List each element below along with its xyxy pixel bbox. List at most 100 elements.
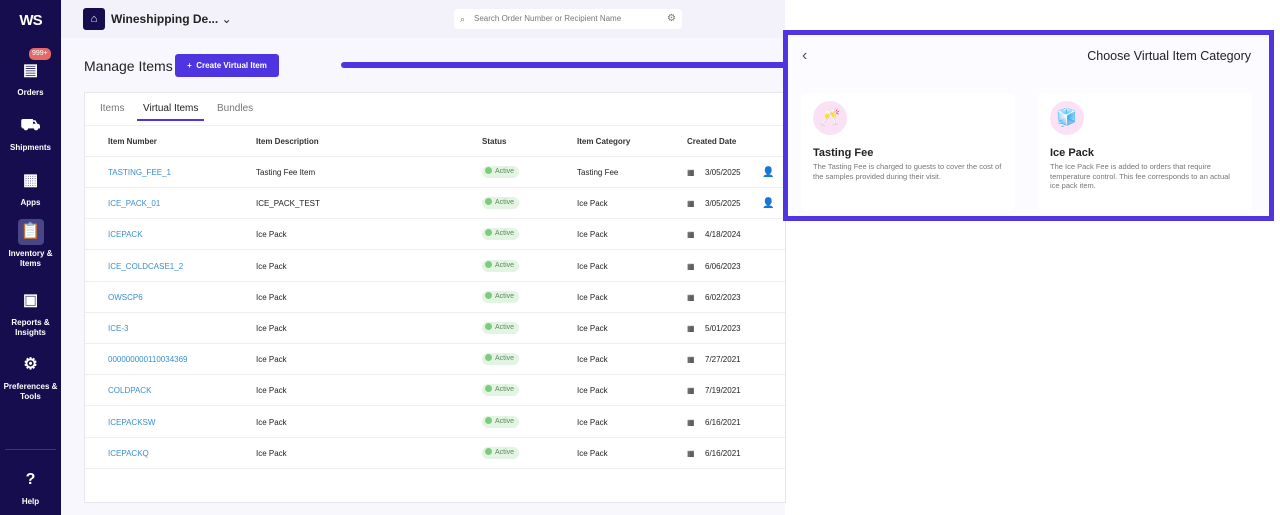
main: ⌂ Wineshipping De... ⌄ ⌕ Search Order Num…	[61, 0, 843, 515]
settings-icon[interactable]: ⚙	[667, 9, 676, 29]
table-row[interactable]: ICEPACK Ice Pack Active Ice Pack ▦ 4/18/…	[85, 219, 785, 251]
item-description: Ice Pack	[256, 230, 287, 240]
table-row[interactable]: 000000000110034369 Ice Pack Active Ice P…	[85, 344, 785, 376]
col-status: Status	[482, 137, 507, 146]
sidebar: WS 999+ ▤ Orders ⛟ Shipments ▦ Apps 📋 Invento…	[0, 0, 61, 515]
status-dot-icon	[485, 447, 492, 455]
status-text: Active	[495, 355, 515, 363]
org-selector[interactable]: Wineshipping De... ⌄	[111, 12, 232, 26]
col-item-description: Item Description	[256, 137, 319, 146]
item-number-link[interactable]: TASTING_FEE_1	[108, 157, 171, 188]
item-number-link[interactable]: COLDPACK	[108, 375, 151, 406]
sidebar-item-help[interactable]: ? Help	[0, 467, 61, 507]
status-badge: Active	[482, 384, 520, 397]
item-category: Ice Pack	[577, 230, 608, 240]
created-date: 3/05/2025	[705, 168, 741, 177]
gear-icon: ⚙	[23, 356, 38, 373]
ice-cube-icon: 🧊	[1050, 101, 1084, 135]
item-category: Ice Pack	[577, 324, 608, 333]
sidebar-item-reports[interactable]: ▣ Reports & Insights	[0, 288, 61, 338]
item-description: Ice Pack	[256, 261, 287, 271]
items-table-card: Items Virtual Items Bundles Item Number …	[84, 92, 786, 503]
user-icon[interactable]: 👤	[762, 188, 774, 219]
status-badge: Active	[482, 415, 520, 428]
created-date: 5/01/2023	[705, 324, 741, 333]
item-number-link[interactable]: 000000000110034369	[108, 344, 188, 375]
item-category: Ice Pack	[577, 355, 608, 365]
table-row[interactable]: OWSCP6 Ice Pack Active Ice Pack ▦ 6/02/2…	[85, 282, 785, 313]
created-date: 7/27/2021	[705, 355, 741, 365]
search-input[interactable]: ⌕ Search Order Number or Recipient Name ⚙	[454, 9, 682, 29]
table-row[interactable]: ICE_PACK_01 ICE_PACK_TEST Active Ice Pac…	[85, 188, 785, 220]
status-badge: Active	[482, 446, 520, 459]
champagne-icon: 🥂	[813, 101, 847, 135]
status-dot-icon	[485, 416, 492, 424]
table-header: Item Number Item Description Status Item…	[85, 126, 785, 157]
table-row[interactable]: ICEPACKQ Ice Pack Active Ice Pack ▦ 6/16…	[85, 438, 785, 469]
item-description: Ice Pack	[256, 386, 287, 396]
tab-items[interactable]: Items	[100, 103, 124, 119]
item-number-link[interactable]: ICE-3	[108, 313, 128, 344]
status-text: Active	[495, 386, 515, 394]
status-badge: Active	[482, 322, 520, 334]
item-description: Tasting Fee Item	[256, 168, 316, 177]
back-button[interactable]: ‹	[802, 47, 807, 65]
calendar-icon: ▦	[687, 355, 695, 365]
table-row[interactable]: ICE-3 Ice Pack Active Ice Pack ▦ 5/01/20…	[85, 313, 785, 344]
clipboard-icon: 📋	[17, 219, 44, 245]
sidebar-item-preferences[interactable]: ⚙ Preferences & Tools	[0, 352, 61, 402]
status-dot-icon	[485, 229, 492, 237]
table-row[interactable]: COLDPACK Ice Pack Active Ice Pack ▦ 7/19…	[85, 375, 785, 407]
plus-icon: +	[187, 61, 192, 70]
item-category: Ice Pack	[577, 417, 608, 427]
item-category: Ice Pack	[577, 292, 608, 302]
category-card-tasting-fee[interactable]: 🥂 Tasting Fee The Tasting Fee is charged…	[801, 93, 1015, 210]
category-description: The Ice Pack Fee is added to orders that…	[1050, 162, 1230, 190]
item-number-link[interactable]: ICEPACKSW	[108, 407, 155, 438]
calendar-icon: ▦	[687, 386, 695, 396]
table-row[interactable]: TASTING_FEE_1 Tasting Fee Item Active Ta…	[85, 157, 785, 188]
tab-virtual-items[interactable]: Virtual Items	[137, 103, 205, 121]
sidebar-item-orders[interactable]: 999+ ▤ Orders	[0, 48, 61, 98]
created-date: 6/06/2023	[705, 261, 741, 271]
status-dot-icon	[485, 385, 492, 393]
item-number-link[interactable]: ICE_PACK_01	[108, 188, 160, 219]
item-description: Ice Pack	[256, 355, 287, 365]
table-row[interactable]: ICEPACKSW Ice Pack Active Ice Pack ▦ 6/1…	[85, 407, 785, 438]
item-category: Ice Pack	[577, 448, 608, 458]
item-description: ICE_PACK_TEST	[256, 199, 320, 209]
created-date: 6/16/2021	[705, 448, 741, 458]
calendar-icon: ▦	[687, 292, 695, 302]
sidebar-item-inventory[interactable]: 📋 Inventory & Items	[0, 219, 61, 269]
item-number-link[interactable]: OWSCP6	[108, 282, 143, 313]
top-bar: ⌂ Wineshipping De... ⌄ ⌕ Search Order Num…	[61, 0, 785, 38]
user-icon[interactable]: 👤	[762, 157, 774, 188]
status-text: Active	[495, 168, 515, 175]
chevron-down-icon: ⌄	[221, 12, 232, 26]
status-dot-icon	[485, 198, 492, 206]
item-number-link[interactable]: ICEPACK	[108, 219, 143, 250]
item-number-link[interactable]: ICE_COLDCASE1_2	[108, 251, 183, 282]
divider	[5, 449, 56, 450]
sidebar-item-apps[interactable]: ▦ Apps	[0, 168, 61, 208]
category-description: The Tasting Fee is charged to guests to …	[813, 162, 1002, 181]
status-badge: Active	[482, 259, 520, 272]
category-name: Tasting Fee	[813, 147, 874, 159]
tab-bundles[interactable]: Bundles	[217, 103, 253, 119]
status-badge: Active	[482, 197, 520, 210]
home-icon[interactable]: ⌂	[83, 8, 105, 30]
status-text: Active	[495, 417, 515, 425]
table-row[interactable]: ICE_COLDCASE1_2 Ice Pack Active Ice Pack…	[85, 251, 785, 282]
calendar-icon: ▦	[687, 230, 695, 240]
item-description: Ice Pack	[256, 292, 287, 302]
col-created-date: Created Date	[687, 137, 737, 146]
sidebar-item-shipments[interactable]: ⛟ Shipments	[0, 113, 61, 153]
item-description: Ice Pack	[256, 448, 287, 458]
calendar-icon: ▦	[687, 261, 695, 271]
item-category: Ice Pack	[577, 386, 608, 396]
status-text: Active	[495, 199, 515, 207]
item-category: Ice Pack	[577, 199, 608, 209]
create-virtual-item-button[interactable]: + Create Virtual Item	[175, 54, 279, 77]
item-number-link[interactable]: ICEPACKQ	[108, 438, 149, 469]
category-card-ice-pack[interactable]: 🧊 Ice Pack The Ice Pack Fee is added to …	[1038, 93, 1252, 210]
